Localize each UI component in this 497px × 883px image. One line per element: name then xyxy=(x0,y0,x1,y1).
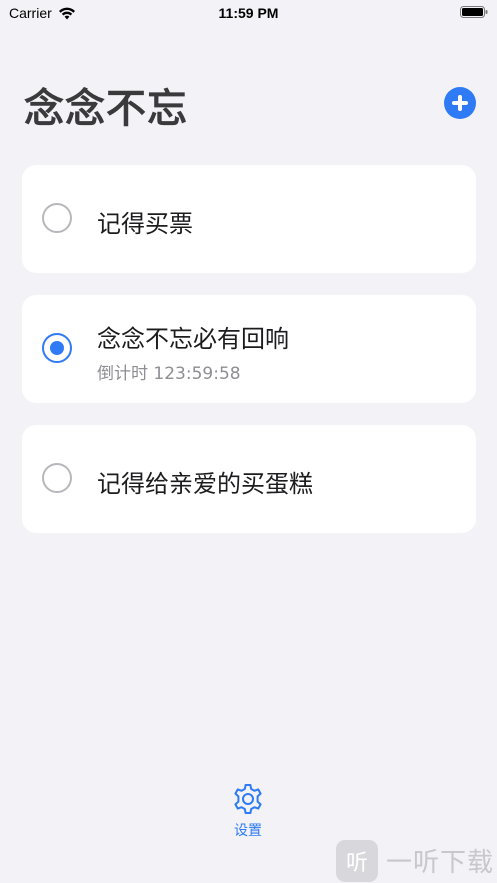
status-time: 11:59 PM xyxy=(218,5,279,21)
todo-item-1[interactable]: 念念不忘必有回响 倒计时 123:59:58 xyxy=(22,295,476,403)
watermark-logo: 听 xyxy=(336,839,378,882)
watermark-text: 一听下载 xyxy=(386,848,495,878)
status-bar: Carrier 11:59 PM xyxy=(0,0,497,26)
tab-settings[interactable]: 设置 xyxy=(218,782,278,844)
add-button[interactable] xyxy=(444,87,476,119)
todo-title: 记得给亲爱的买蛋糕 xyxy=(97,470,313,498)
tab-settings-label: 设置 xyxy=(234,823,262,839)
battery-icon xyxy=(460,6,488,18)
countdown-text: 倒计时 123:59:58 xyxy=(97,364,241,384)
radio-checked-icon[interactable] xyxy=(42,333,72,363)
todo-item-2[interactable]: 记得给亲爱的买蛋糕 xyxy=(22,425,476,533)
radio-unchecked-icon[interactable] xyxy=(42,203,72,233)
radio-dot xyxy=(50,341,64,355)
gear-icon xyxy=(234,784,262,814)
todo-title: 记得买票 xyxy=(97,210,193,238)
watermark: 听 一听下载 xyxy=(336,838,497,883)
page-title: 念念不忘 xyxy=(24,86,188,132)
todo-item-0[interactable]: 记得买票 xyxy=(22,165,476,273)
todo-title: 念念不忘必有回响 xyxy=(97,325,289,353)
radio-unchecked-icon[interactable] xyxy=(42,463,72,493)
